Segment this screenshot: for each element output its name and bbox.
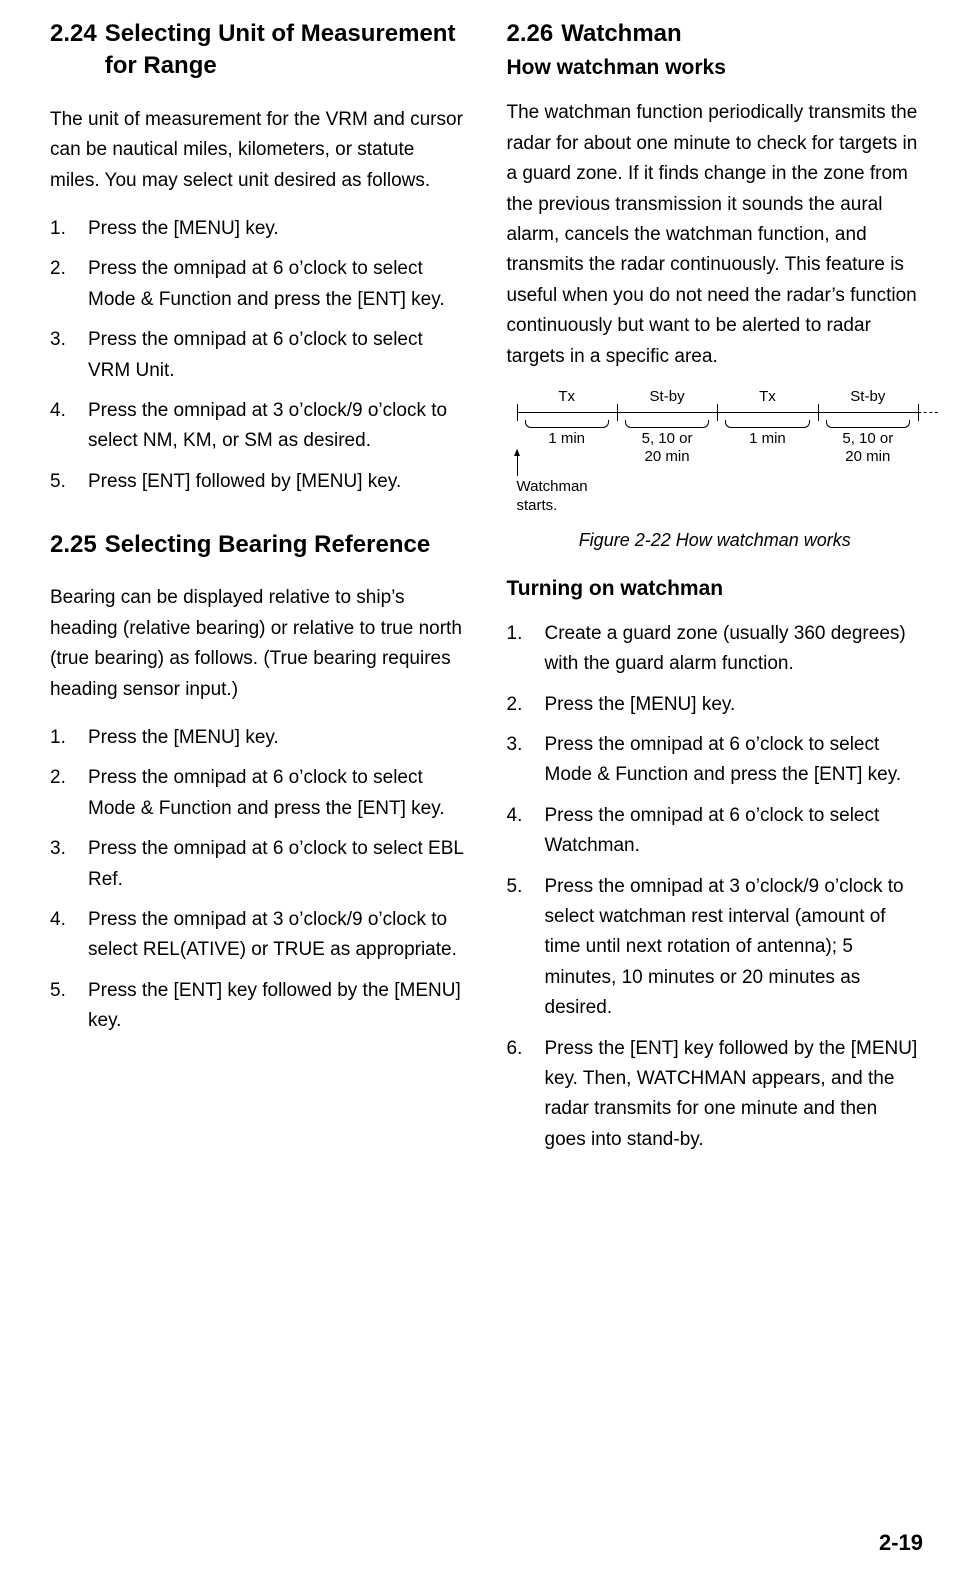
section-number: 2.24 — [50, 18, 105, 83]
watchman-starts-label: Watchman starts. — [517, 478, 588, 516]
section-2-26-heading: 2.26 Watchman — [507, 18, 924, 50]
timing-label-stby: St-by — [850, 388, 885, 405]
timing-label-tx: Tx — [759, 388, 776, 405]
list-item: Press the omnipad at 6 o’clock to select… — [50, 763, 467, 824]
list-item: Press the omnipad at 6 o’clock to select… — [50, 254, 467, 315]
how-watchman-works-body: The watchman function periodically trans… — [507, 98, 924, 372]
list-item: Create a guard zone (usually 360 degrees… — [507, 619, 924, 680]
list-item: Press the omnipad at 3 o’clock/9 o’clock… — [507, 872, 924, 1024]
watchman-timing-diagram: Tx St-by Tx St-by 1 min 5, 10 or 20 min … — [517, 390, 919, 510]
how-watchman-works-heading: How watchman works — [507, 56, 924, 80]
section-number: 2.25 — [50, 529, 105, 561]
list-item: Press the omnipad at 3 o’clock/9 o’clock… — [50, 396, 467, 457]
two-column-layout: 2.24 Selecting Unit of Measurement for R… — [50, 18, 923, 1187]
figure-2-22: Tx St-by Tx St-by 1 min 5, 10 or 20 min … — [507, 390, 924, 551]
section-2-25-steps: Press the [MENU] key. Press the omnipad … — [50, 723, 467, 1037]
list-item: Press the [ENT] key followed by the [MEN… — [50, 976, 467, 1037]
list-item: Press the omnipad at 6 o’clock to select… — [50, 834, 467, 895]
timing-label-tx: Tx — [558, 388, 575, 405]
section-2-24-intro: The unit of measurement for the VRM and … — [50, 105, 467, 196]
timing-duration: 5, 10 or 20 min — [642, 430, 693, 466]
figure-caption: Figure 2-22 How watchman works — [507, 530, 924, 551]
section-2-24-steps: Press the [MENU] key. Press the omnipad … — [50, 214, 467, 497]
section-number: 2.26 — [507, 18, 562, 50]
section-2-25-heading: 2.25 Selecting Bearing Reference — [50, 529, 467, 561]
list-item: Press the [MENU] key. — [507, 690, 924, 720]
list-item: Press the [MENU] key. — [50, 723, 467, 753]
timing-duration: 5, 10 or 20 min — [842, 430, 893, 466]
page-number: 2-19 — [879, 1530, 923, 1556]
right-column: 2.26 Watchman How watchman works The wat… — [507, 18, 924, 1187]
list-item: Press [ENT] followed by [MENU] key. — [50, 467, 467, 497]
section-title: Selecting Unit of Measurement for Range — [105, 18, 467, 83]
turning-on-watchman-steps: Create a guard zone (usually 360 degrees… — [507, 619, 924, 1155]
list-item: Press the omnipad at 6 o’clock to select… — [50, 325, 467, 386]
section-2-25-intro: Bearing can be displayed relative to shi… — [50, 583, 467, 705]
arrow-up-icon — [517, 450, 518, 476]
timing-label-stby: St-by — [650, 388, 685, 405]
list-item: Press the [MENU] key. — [50, 214, 467, 244]
list-item: Press the [ENT] key followed by the [MEN… — [507, 1034, 924, 1156]
section-title: Watchman — [561, 18, 923, 50]
list-item: Press the omnipad at 3 o’clock/9 o’clock… — [50, 905, 467, 966]
list-item: Press the omnipad at 6 o’clock to select… — [507, 801, 924, 862]
section-title: Selecting Bearing Reference — [105, 529, 467, 561]
timing-duration: 1 min — [548, 430, 585, 448]
timing-duration: 1 min — [749, 430, 786, 448]
list-item: Press the omnipad at 6 o’clock to select… — [507, 730, 924, 791]
section-2-24-heading: 2.24 Selecting Unit of Measurement for R… — [50, 18, 467, 83]
turning-on-watchman-heading: Turning on watchman — [507, 577, 924, 601]
left-column: 2.24 Selecting Unit of Measurement for R… — [50, 18, 467, 1187]
